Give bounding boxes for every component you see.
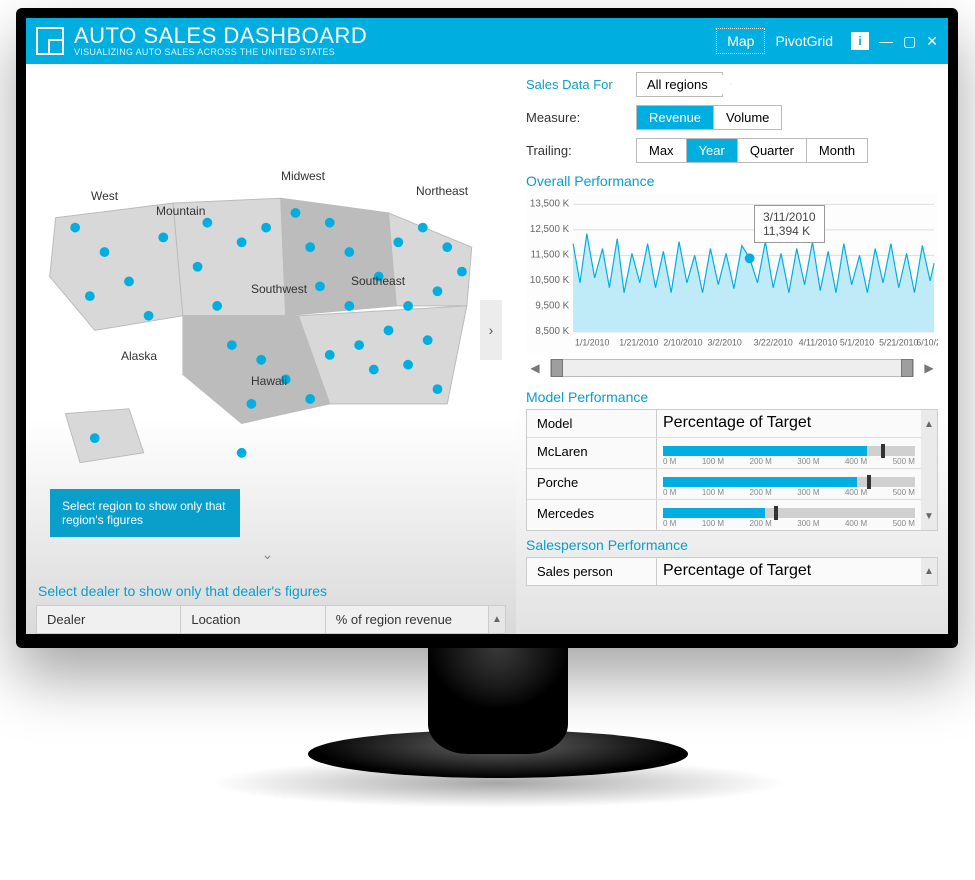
measure-revenue[interactable]: Revenue (637, 106, 714, 129)
svg-text:13,500 K: 13,500 K (530, 198, 570, 209)
col-sp-pct-target[interactable]: Percentage of Target (657, 558, 921, 585)
slider-left-button[interactable]: ◀ (526, 361, 544, 375)
content: West Mountain Midwest Northeast Southwes… (26, 64, 948, 634)
col-model[interactable]: Model (527, 410, 657, 437)
chart-hover-point (745, 253, 755, 263)
svg-text:2/10/2010: 2/10/2010 (663, 338, 702, 348)
col-location[interactable]: Location (181, 606, 325, 633)
model-perf-header: Model Percentage of Target (527, 410, 921, 438)
model-row[interactable]: Mercedes0 M100 M200 M300 M400 M500 M (527, 500, 921, 530)
nav-map-button[interactable]: Map (716, 28, 765, 54)
slider-track[interactable] (550, 359, 914, 377)
app-logo-icon (36, 27, 64, 55)
measure-volume[interactable]: Volume (714, 106, 781, 129)
svg-text:10,500 K: 10,500 K (530, 275, 570, 286)
trailing-label: Trailing: (526, 143, 636, 158)
svg-text:5/21/2010: 5/21/2010 (879, 338, 918, 348)
model-perf-title: Model Performance (526, 389, 938, 405)
filters: Sales Data For All regions Measure: Reve… (526, 72, 938, 171)
app-window: AUTO SALES DASHBOARD VISUALIZING AUTO SA… (26, 18, 948, 634)
model-bar-cell: 0 M100 M200 M300 M400 M500 M (657, 438, 921, 468)
svg-text:11,500 K: 11,500 K (531, 249, 570, 260)
salesperson-scroll-up[interactable]: ▲ (921, 558, 937, 585)
info-button[interactable]: i (851, 32, 869, 50)
trailing-max[interactable]: Max (637, 139, 687, 162)
model-name: McLaren (527, 438, 657, 468)
map-hint: Select region to show only that region's… (50, 489, 240, 537)
trailing-year[interactable]: Year (687, 139, 738, 162)
nav-pivotgrid-button[interactable]: PivotGrid (765, 29, 843, 53)
svg-text:12,500 K: 12,500 K (530, 224, 570, 235)
col-dealer[interactable]: Dealer (37, 606, 181, 633)
salesperson-perf-header: Sales person Percentage of Target (527, 558, 921, 585)
dealer-scroll-up[interactable]: ▲ (489, 606, 505, 633)
trailing-quarter[interactable]: Quarter (738, 139, 807, 162)
monitor-bezel: AUTO SALES DASHBOARD VISUALIZING AUTO SA… (16, 8, 958, 648)
svg-text:6/10/2010: 6/10/2010 (916, 338, 938, 348)
salesperson-perf-title: Salesperson Performance (526, 537, 938, 553)
app-title: AUTO SALES DASHBOARD (74, 25, 367, 47)
svg-text:8,500 K: 8,500 K (535, 326, 569, 337)
svg-text:9,500 K: 9,500 K (535, 300, 569, 311)
col-pct[interactable]: % of region revenue (326, 606, 489, 633)
sales-data-label: Sales Data For (526, 77, 636, 92)
col-salesperson[interactable]: Sales person (527, 558, 657, 585)
titlebar-text: AUTO SALES DASHBOARD VISUALIZING AUTO SA… (74, 25, 367, 57)
model-name: Mercedes (527, 500, 657, 530)
model-row[interactable]: Porche0 M100 M200 M300 M400 M500 M (527, 469, 921, 500)
chart-tooltip: 3/11/2010 11,394 K (754, 205, 825, 243)
model-scrollbar[interactable] (921, 438, 937, 502)
trailing-segmented: Max Year Quarter Month (636, 138, 868, 163)
window-maximize-button[interactable]: ▢ (903, 33, 916, 50)
window-close-button[interactable]: ✕ (926, 33, 938, 50)
salesperson-perf-grid[interactable]: Sales person Percentage of Target ▲ (526, 557, 938, 586)
region-breadcrumb[interactable]: All regions (636, 72, 723, 97)
svg-text:3/2/2010: 3/2/2010 (707, 338, 741, 348)
svg-text:1/1/2010: 1/1/2010 (575, 338, 609, 348)
measure-segmented: Revenue Volume (636, 105, 782, 130)
slider-thumb-left[interactable] (551, 359, 563, 377)
slider-right-button[interactable]: ▶ (920, 361, 938, 375)
overall-chart[interactable]: 13,500 K 12,500 K 11,500 K 10,500 K 9,50… (526, 193, 938, 353)
measure-label: Measure: (526, 110, 636, 125)
map-next-button[interactable]: › (480, 300, 502, 360)
monitor-stand-neck (428, 644, 568, 754)
tooltip-value: 11,394 K (763, 224, 816, 238)
svg-text:4/11/2010: 4/11/2010 (799, 338, 838, 348)
svg-text:3/22/2010: 3/22/2010 (754, 338, 793, 348)
model-scroll-up[interactable]: ▲ (921, 410, 937, 438)
dealer-prompt: Select dealer to show only that dealer's… (36, 577, 506, 605)
model-row[interactable]: McLaren0 M100 M200 M300 M400 M500 M (527, 438, 921, 469)
overall-title: Overall Performance (526, 173, 938, 189)
dealer-grid[interactable]: Dealer Location % of region revenue ▲ (36, 605, 506, 634)
model-perf-grid[interactable]: Model Percentage of Target McLaren0 M100… (526, 409, 938, 531)
model-name: Porche (527, 469, 657, 499)
map-expand-button[interactable]: ⌄ (262, 546, 274, 563)
overall-chart-svg: 13,500 K 12,500 K 11,500 K 10,500 K 9,50… (526, 193, 938, 353)
trailing-month[interactable]: Month (807, 139, 867, 162)
left-panel: West Mountain Midwest Northeast Southwes… (26, 64, 516, 634)
svg-text:1/21/2010: 1/21/2010 (619, 338, 658, 348)
time-slider: ◀ ▶ (526, 359, 938, 377)
model-bar-cell: 0 M100 M200 M300 M400 M500 M (657, 500, 921, 530)
model-scroll-down[interactable]: ▼ (921, 502, 937, 530)
right-panel: Sales Data For All regions Measure: Reve… (516, 64, 948, 634)
titlebar: AUTO SALES DASHBOARD VISUALIZING AUTO SA… (26, 18, 948, 64)
area-fill (573, 234, 934, 332)
col-pct-target[interactable]: Percentage of Target (657, 410, 921, 437)
info-icon: i (851, 32, 869, 50)
dealer-grid-header: Dealer Location % of region revenue ▲ (37, 606, 505, 633)
app-subtitle: VISUALIZING AUTO SALES ACROSS THE UNITED… (74, 47, 367, 57)
slider-thumb-right[interactable] (901, 359, 913, 377)
svg-text:5/1/2010: 5/1/2010 (840, 338, 874, 348)
window-minimize-button[interactable]: — (879, 33, 893, 49)
tooltip-date: 3/11/2010 (763, 210, 816, 224)
model-bar-cell: 0 M100 M200 M300 M400 M500 M (657, 469, 921, 499)
us-map[interactable]: West Mountain Midwest Northeast Southwes… (36, 74, 506, 577)
